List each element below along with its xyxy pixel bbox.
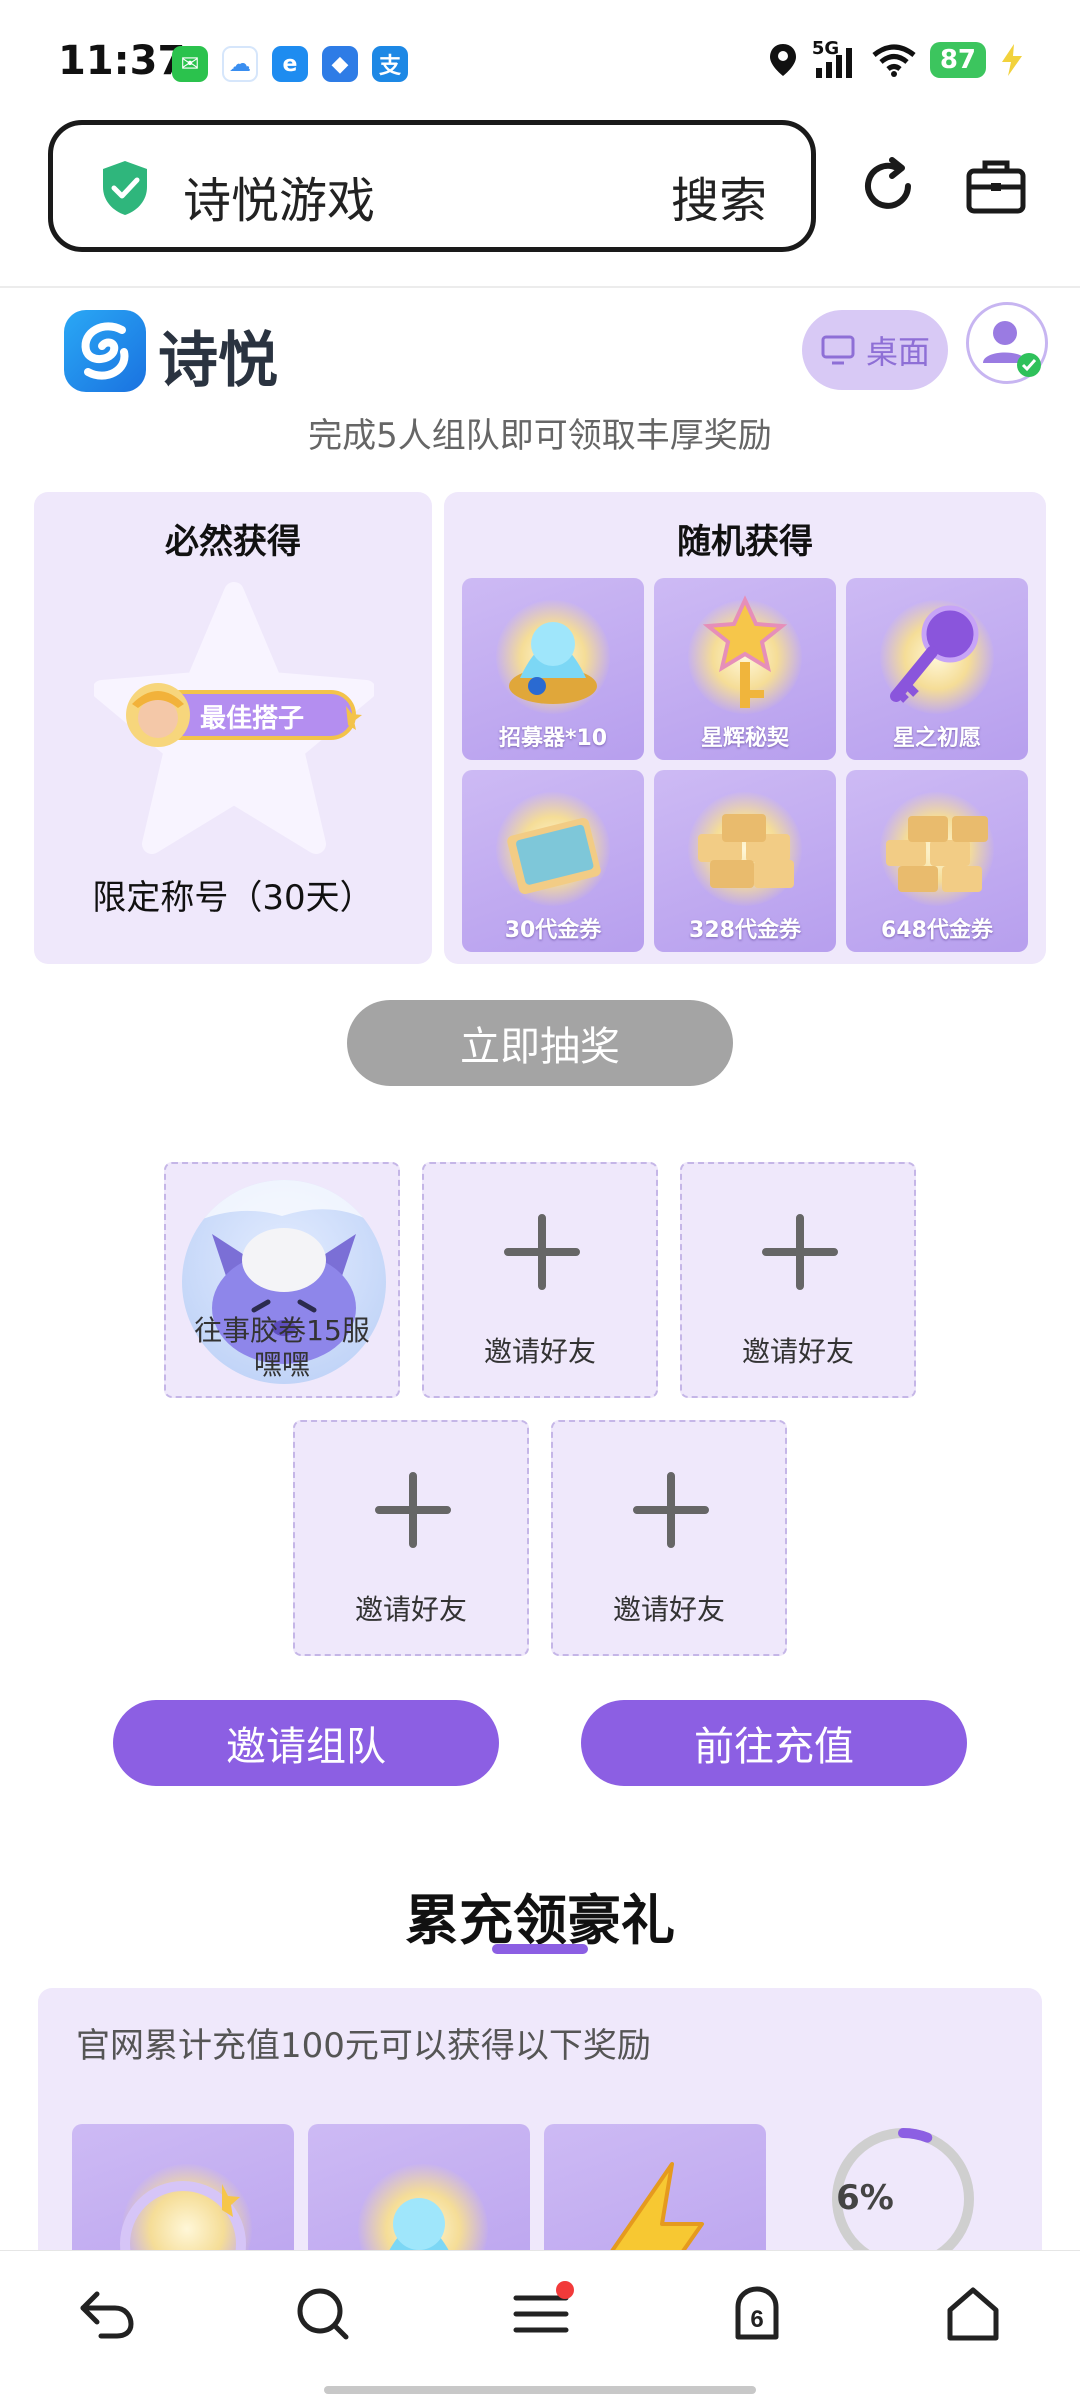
charging-icon: [1002, 44, 1022, 76]
home-indicator[interactable]: [324, 2386, 756, 2394]
invite-slot[interactable]: 邀请好友: [422, 1162, 658, 1398]
search-nav-button[interactable]: [288, 2279, 358, 2349]
team-member-slot[interactable]: 往事胶卷15服 嘿嘿: [164, 1162, 400, 1398]
reward-item: 30代金券: [462, 770, 644, 952]
wifi-icon: [872, 44, 916, 77]
search-icon: [297, 2288, 349, 2340]
toolbox-button[interactable]: [958, 148, 1034, 224]
logo-icon: [64, 310, 146, 392]
invite-slot[interactable]: 邀请好友: [293, 1420, 529, 1656]
random-reward-panel: 随机获得 招募器*10 星辉秘契 星之初愿 30代金券 328代金券 648代金…: [444, 492, 1046, 964]
status-time: 11:37: [58, 38, 186, 84]
progress-text: 6%: [836, 2178, 894, 2218]
address-bar[interactable]: 诗悦游戏 搜索: [48, 120, 816, 252]
battery-indicator: 87: [929, 42, 986, 78]
invite-slot[interactable]: 邀请好友: [680, 1162, 916, 1398]
plus-icon: [375, 1472, 451, 1548]
tabs-icon: 6: [735, 2286, 779, 2340]
desktop-button[interactable]: 桌面: [802, 310, 948, 390]
title-badge: 最佳搭子: [118, 678, 368, 752]
notification-dot: [556, 2281, 574, 2299]
browser-e-icon: e: [272, 46, 308, 82]
invite-label: 邀请好友: [354, 1593, 467, 1626]
item-label: 星之初愿: [892, 726, 981, 751]
invite-label: 邀请好友: [483, 1335, 596, 1368]
item-label: 30代金券: [504, 918, 602, 943]
draw-button[interactable]: 立即抽奖: [347, 1000, 733, 1086]
alipay-icon: 支: [372, 46, 408, 82]
app-cloud-icon: ☁: [222, 46, 258, 82]
cellular-signal-icon: 5G: [812, 38, 858, 78]
shield-icon: [103, 161, 147, 215]
reward-item: 星之初愿: [846, 578, 1028, 760]
wechat-icon: ✉: [172, 46, 208, 82]
team-hint: 完成5人组队即可领取丰厚奖励: [308, 416, 772, 456]
notification-icons: ✉ ☁ e ◆ 支: [172, 46, 408, 82]
logo-text[interactable]: 诗悦: [158, 312, 278, 399]
plus-icon: [504, 1214, 580, 1290]
badge-text: 最佳搭子: [200, 704, 305, 734]
section-underline: [492, 1944, 588, 1954]
home-icon: [947, 2287, 999, 2341]
desktop-icon: [821, 335, 855, 365]
item-label: 招募器*10: [498, 726, 608, 751]
item-label: 648代金券: [881, 918, 993, 943]
home-button[interactable]: [938, 2279, 1008, 2349]
invite-team-button[interactable]: 邀请组队: [113, 1700, 499, 1786]
go-recharge-button[interactable]: 前往充值: [581, 1700, 967, 1786]
back-button[interactable]: [72, 2279, 142, 2349]
desktop-label: 桌面: [865, 333, 930, 371]
back-icon: [80, 2291, 134, 2339]
site-header: 诗悦 桌面: [0, 290, 1080, 420]
reward-item: 328代金券: [654, 770, 836, 952]
address-text[interactable]: 诗悦游戏: [183, 161, 375, 231]
invite-label: 邀请好友: [741, 1335, 854, 1368]
guaranteed-reward-panel: 必然获得 最佳搭子 限定称号（30天）: [34, 492, 432, 964]
item-label: 星辉秘契: [700, 726, 789, 751]
toolbox-icon: [966, 160, 1026, 214]
refresh-icon: [865, 157, 911, 209]
invite-slot[interactable]: 邀请好友: [551, 1420, 787, 1656]
guaranteed-title: 必然获得: [165, 522, 301, 562]
user-avatar[interactable]: [966, 302, 1048, 384]
svg-text:6: 6: [750, 2306, 763, 2333]
item-label: 328代金券: [689, 918, 801, 943]
search-button[interactable]: 搜索: [671, 161, 767, 231]
plus-icon: [633, 1472, 709, 1548]
status-indicators: 5G 87: [768, 38, 1024, 78]
refresh-button[interactable]: [850, 148, 926, 224]
divider: [0, 286, 1080, 288]
menu-button[interactable]: [506, 2279, 576, 2349]
plus-icon: [762, 1214, 838, 1290]
recharge-description: 官网累计充值100元可以获得以下奖励: [76, 2026, 651, 2066]
app-bird-icon: ◆: [322, 46, 358, 82]
bottom-navigation: 6: [0, 2250, 1080, 2400]
random-title: 随机获得: [677, 522, 813, 562]
status-bar: 11:37 ✉ ☁ e ◆ 支 5G 87: [0, 0, 1080, 120]
tabs-button[interactable]: 6: [722, 2279, 792, 2349]
reward-item: 招募器*10: [462, 578, 644, 760]
title-note: 限定称号（30天）: [92, 878, 374, 918]
location-icon: [769, 44, 796, 76]
invite-label: 邀请好友: [612, 1593, 725, 1626]
user-icon: [983, 321, 1041, 377]
reward-item: 星辉秘契: [654, 578, 836, 760]
member-name: 往事胶卷15服 嘿嘿: [194, 1314, 370, 1381]
reward-item: 648代金券: [846, 770, 1028, 952]
